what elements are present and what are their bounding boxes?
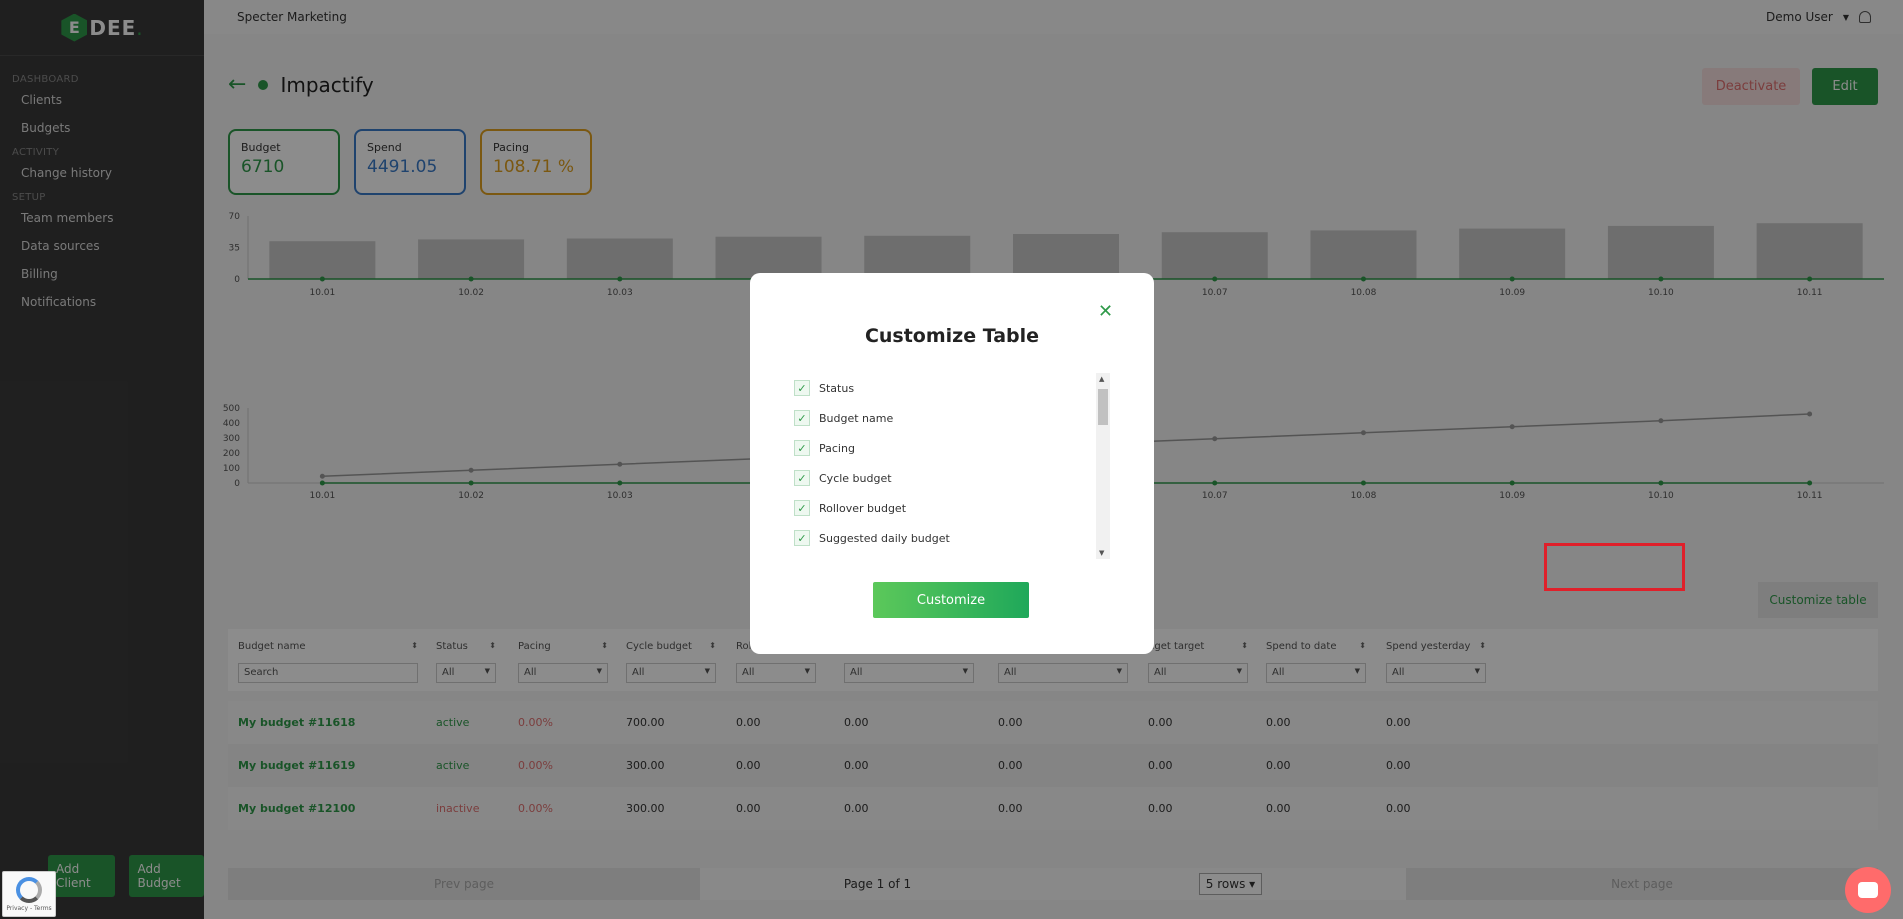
column-option-label: Pacing (819, 441, 855, 455)
column-options: ✓ Status ✓ Budget name ✓ Pacing ✓ Cycle budget ✓… (794, 373, 1110, 559)
checkbox-checked-icon[interactable]: ✓ (794, 410, 810, 426)
column-option-label: Status (819, 381, 855, 395)
scroll-thumb[interactable] (1098, 389, 1108, 425)
column-option-label: Rollover budget (819, 501, 907, 515)
column-option[interactable]: ✓ Pacing (794, 433, 1110, 463)
column-options-list: ✓ Status ✓ Budget name ✓ Pacing ✓ Cycle budget ✓… (794, 373, 1110, 559)
customize-table-modal: ✕ Customize Table ✓ Status ✓ Budget name ✓ Pa… (750, 273, 1154, 654)
checkbox-checked-icon[interactable]: ✓ (794, 440, 810, 456)
checkbox-checked-icon[interactable]: ✓ (794, 530, 810, 546)
recaptcha-badge[interactable]: Privacy - Terms (2, 871, 56, 917)
scroll-up-icon[interactable]: ▲ (1099, 375, 1104, 383)
checkbox-checked-icon[interactable]: ✓ (794, 500, 810, 516)
column-option[interactable]: ✓ Cycle budget (794, 463, 1110, 493)
scrollbar[interactable]: ▲ ▼ (1096, 373, 1110, 559)
column-option-label: Cycle budget (819, 471, 892, 485)
column-option-label: Budget name (819, 411, 894, 425)
column-option[interactable]: ✓Total daily budget (794, 553, 1110, 559)
highlight-box (1544, 543, 1685, 591)
customize-button[interactable]: Customize (873, 582, 1029, 618)
checkbox-checked-icon[interactable]: ✓ (794, 470, 810, 486)
chat-inner (1858, 882, 1878, 898)
column-option[interactable]: ✓ Suggested daily budget (794, 523, 1110, 553)
modal-title: Customize Table (864, 325, 1040, 347)
recaptcha-icon (16, 876, 42, 903)
checkbox-checked-icon[interactable]: ✓ (794, 380, 810, 396)
close-icon[interactable]: ✕ (1098, 301, 1113, 322)
recaptcha-text: Privacy - Terms (6, 904, 52, 912)
column-option[interactable]: ✓ Budget name (794, 403, 1110, 433)
column-option[interactable]: ✓ Status (794, 373, 1110, 403)
chat-bubble-icon[interactable] (1845, 867, 1891, 913)
scroll-down-icon[interactable]: ▼ (1099, 549, 1104, 557)
column-option[interactable]: ✓ Rollover budget (794, 493, 1110, 523)
column-option-label: Suggested daily budget (819, 531, 950, 545)
